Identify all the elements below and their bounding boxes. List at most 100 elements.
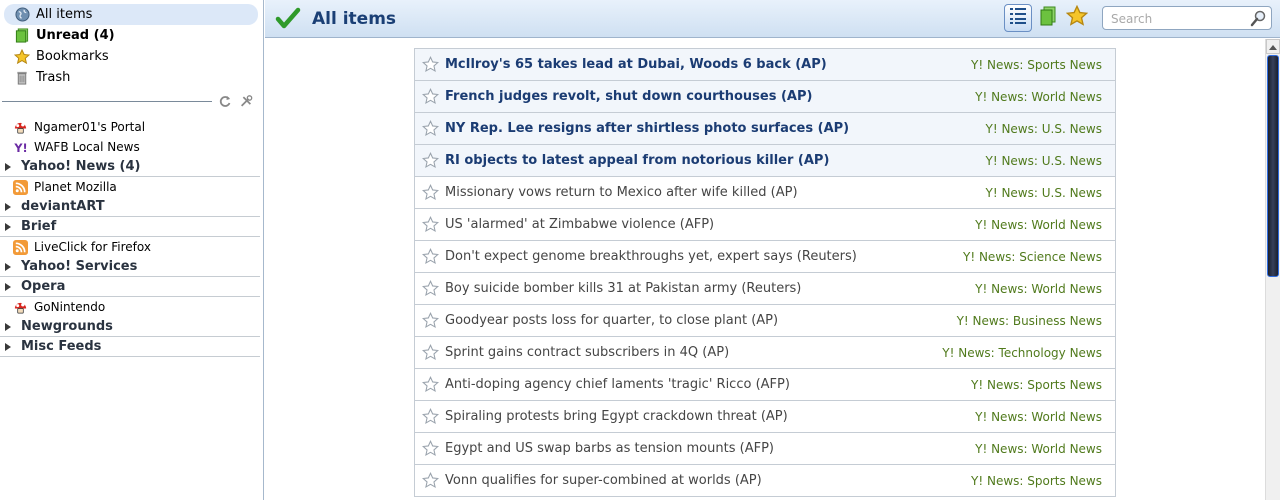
chevron-up-icon xyxy=(1269,44,1277,50)
item-source: Y! News: U.S. News xyxy=(985,121,1102,136)
item-title[interactable]: Spiraling protests bring Egypt crackdown… xyxy=(445,409,975,424)
sidebar-toolbar xyxy=(0,91,263,111)
list-item[interactable]: RI objects to latest appeal from notorio… xyxy=(415,145,1115,177)
expand-triangle-icon[interactable] xyxy=(5,202,11,211)
sidebar-item-bookmarks[interactable]: Bookmarks xyxy=(4,46,258,67)
sidebar-folder[interactable]: Yahoo! News (4) xyxy=(0,157,260,177)
header-bar: All items xyxy=(265,0,1280,38)
item-title[interactable]: Vonn qualifies for super-combined at wor… xyxy=(445,473,971,488)
star-toggle-icon[interactable] xyxy=(421,472,439,490)
starred-view-button[interactable] xyxy=(1063,4,1091,32)
star-toggle-icon[interactable] xyxy=(421,88,439,106)
star-toggle-icon[interactable] xyxy=(421,184,439,202)
list-item[interactable]: Anti-doping agency chief laments 'tragic… xyxy=(415,369,1115,401)
expand-triangle-icon[interactable] xyxy=(5,262,11,271)
list-item[interactable]: Sprint gains contract subscribers in 4Q … xyxy=(415,337,1115,369)
item-source: Y! News: World News xyxy=(975,409,1102,424)
list-item[interactable]: US 'alarmed' at Zimbabwe violence (AFP) Y… xyxy=(415,209,1115,241)
list-item[interactable]: Boy suicide bomber kills 31 at Pakistan … xyxy=(415,273,1115,305)
sidebar-folder[interactable]: Yahoo! Services xyxy=(0,257,260,277)
item-title[interactable]: RI objects to latest appeal from notorio… xyxy=(445,153,985,168)
sidebar-feed[interactable]: LiveClick for Firefox xyxy=(0,237,260,257)
sidebar-feed[interactable]: Planet Mozilla xyxy=(0,177,260,197)
sidebar-item-all-items[interactable]: All items xyxy=(4,4,258,25)
sidebar-folder[interactable]: Newgrounds xyxy=(0,317,260,337)
item-pane: McIlroy's 65 takes lead at Dubai, Woods … xyxy=(265,39,1265,500)
item-source: Y! News: World News xyxy=(975,281,1102,296)
sidebar-feed[interactable]: Y! WAFB Local News xyxy=(0,137,260,157)
star-toggle-icon[interactable] xyxy=(421,344,439,362)
green-page-icon xyxy=(1039,6,1057,30)
sidebar-folder[interactable]: Misc Feeds xyxy=(0,337,260,357)
sidebar-item-unread[interactable]: Unread (4) xyxy=(4,25,258,46)
list-item[interactable]: McIlroy's 65 takes lead at Dubai, Woods … xyxy=(415,49,1115,81)
sidebar-item-label: Misc Feeds xyxy=(21,339,102,354)
star-icon xyxy=(14,48,30,65)
star-toggle-icon[interactable] xyxy=(421,312,439,330)
list-item[interactable]: Egypt and US swap barbs as tension mount… xyxy=(415,433,1115,465)
vertical-scrollbar[interactable] xyxy=(1265,39,1280,500)
expand-triangle-icon[interactable] xyxy=(5,282,11,291)
item-source: Y! News: U.S. News xyxy=(985,185,1102,200)
list-item[interactable]: Missionary vows return to Mexico after w… xyxy=(415,177,1115,209)
list-item[interactable]: Spiraling protests bring Egypt crackdown… xyxy=(415,401,1115,433)
star-toggle-icon[interactable] xyxy=(421,120,439,138)
item-source: Y! News: Technology News xyxy=(942,345,1102,360)
sidebar-folder[interactable]: Brief xyxy=(0,217,260,237)
item-title[interactable]: French judges revolt, shut down courthou… xyxy=(445,89,975,104)
sidebar-feed[interactable]: Ngamer01's Portal xyxy=(0,117,260,137)
item-title[interactable]: McIlroy's 65 takes lead at Dubai, Woods … xyxy=(445,57,971,72)
star-toggle-icon[interactable] xyxy=(421,216,439,234)
scroll-up-button[interactable] xyxy=(1266,39,1280,54)
item-title[interactable]: US 'alarmed' at Zimbabwe violence (AFP) xyxy=(445,217,975,232)
refresh-icon[interactable] xyxy=(218,94,232,108)
item-title[interactable]: NY Rep. Lee resigns after shirtless phot… xyxy=(445,121,985,136)
sidebar: All items Unread (4) Bookmarks Trash Nga… xyxy=(0,0,264,500)
list-item[interactable]: NY Rep. Lee resigns after shirtless phot… xyxy=(415,113,1115,145)
app-window: All items Unread (4) Bookmarks Trash Nga… xyxy=(0,0,1280,500)
item-title[interactable]: Egypt and US swap barbs as tension mount… xyxy=(445,441,975,456)
star-toggle-icon[interactable] xyxy=(421,376,439,394)
item-title[interactable]: Missionary vows return to Mexico after w… xyxy=(445,185,985,200)
star-toggle-icon[interactable] xyxy=(421,280,439,298)
expand-triangle-icon[interactable] xyxy=(5,162,11,171)
divider xyxy=(2,101,212,102)
sidebar-feed[interactable]: GoNintendo xyxy=(0,297,260,317)
search-input[interactable] xyxy=(1111,10,1246,27)
expand-triangle-icon[interactable] xyxy=(5,222,11,231)
list-item[interactable]: French judges revolt, shut down courthou… xyxy=(415,81,1115,113)
sidebar-item-label: Unread (4) xyxy=(36,28,115,43)
full-view-button[interactable] xyxy=(1034,4,1062,32)
expand-triangle-icon[interactable] xyxy=(5,342,11,351)
list-item[interactable]: Goodyear posts loss for quarter, to clos… xyxy=(415,305,1115,337)
star-toggle-icon[interactable] xyxy=(421,56,439,74)
star-toggle-icon[interactable] xyxy=(421,440,439,458)
mushroom-icon xyxy=(12,119,28,135)
feed-list: Ngamer01's Portal Y! WAFB Local News Yahoo!… xyxy=(0,117,260,357)
item-title[interactable]: Sprint gains contract subscribers in 4Q … xyxy=(445,345,942,360)
item-list: McIlroy's 65 takes lead at Dubai, Woods … xyxy=(414,48,1116,497)
list-item[interactable]: Don't expect genome breakthroughs yet, e… xyxy=(415,241,1115,273)
item-title[interactable]: Anti-doping agency chief laments 'tragic… xyxy=(445,377,971,392)
item-source: Y! News: World News xyxy=(975,217,1102,232)
star-toggle-icon[interactable] xyxy=(421,408,439,426)
sidebar-item-label: Ngamer01's Portal xyxy=(34,120,146,134)
sidebar-item-label: All items xyxy=(36,7,93,22)
tools-icon[interactable] xyxy=(239,94,253,108)
sidebar-item-trash[interactable]: Trash xyxy=(4,67,258,88)
item-title[interactable]: Boy suicide bomber kills 31 at Pakistan … xyxy=(445,281,975,296)
expand-triangle-icon[interactable] xyxy=(5,322,11,331)
svg-text:Y!: Y! xyxy=(13,142,27,155)
list-item[interactable]: Vonn qualifies for super-combined at wor… xyxy=(415,465,1115,497)
item-title[interactable]: Goodyear posts loss for quarter, to clos… xyxy=(445,313,957,328)
rss-icon xyxy=(12,179,28,195)
sidebar-folder[interactable]: Opera xyxy=(0,277,260,297)
star-toggle-icon[interactable] xyxy=(421,248,439,266)
star-toggle-icon[interactable] xyxy=(421,152,439,170)
checkmark-icon xyxy=(275,6,301,36)
item-title[interactable]: Don't expect genome breakthroughs yet, e… xyxy=(445,249,963,264)
search-icon[interactable] xyxy=(1250,10,1267,31)
headlines-view-button[interactable] xyxy=(1004,4,1032,32)
sidebar-folder[interactable]: deviantART xyxy=(0,197,260,217)
scrollbar-thumb[interactable] xyxy=(1267,55,1279,277)
